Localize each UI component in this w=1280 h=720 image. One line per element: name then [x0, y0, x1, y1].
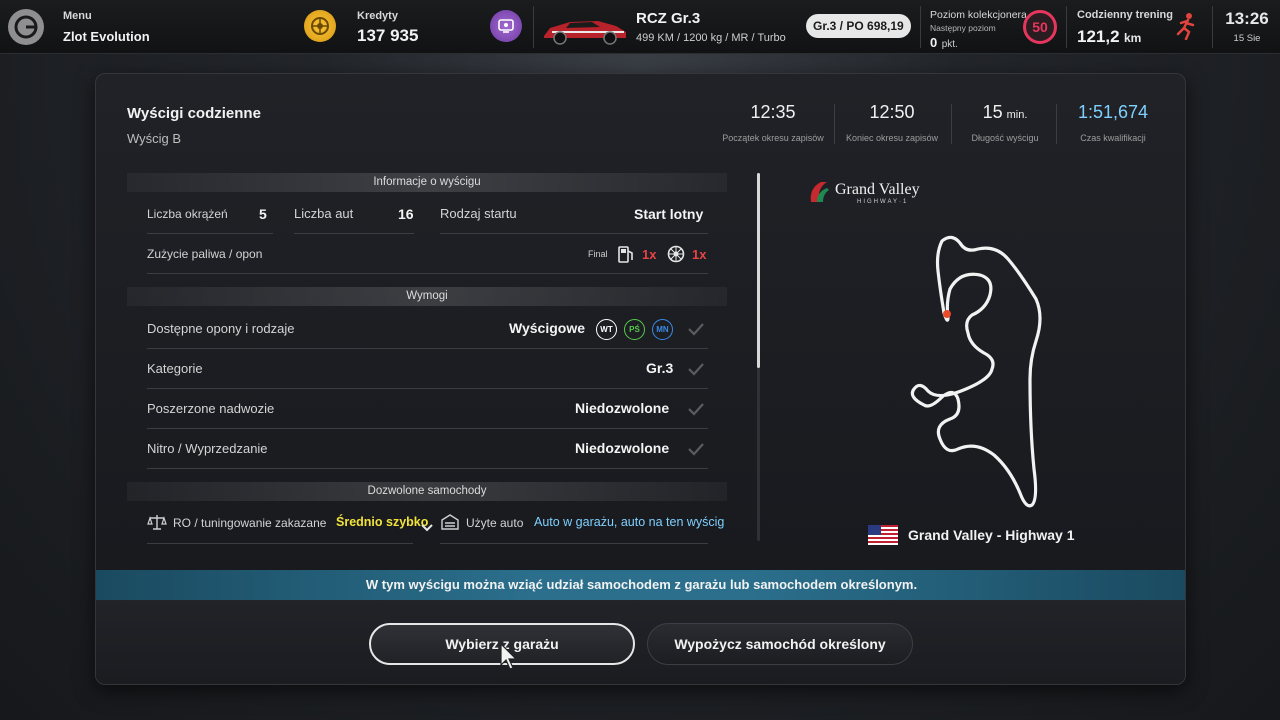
collector-level-badge: 50 [1023, 10, 1057, 44]
running-icon [1176, 13, 1195, 40]
mouse-cursor-icon [500, 643, 518, 670]
stat-value: 12:50 [869, 102, 915, 122]
check-icon [688, 443, 704, 456]
stat-entry-start: 12:35 Początek okresu zapisów [714, 102, 832, 143]
requirement-value: Niedozwolone [575, 440, 670, 456]
gt-logo-icon[interactable] [8, 9, 44, 45]
training-value: 121,2 [1077, 27, 1120, 46]
us-flag-icon [868, 525, 898, 545]
used-car-label: Użyte auto [466, 516, 524, 530]
used-car-value: Auto w garażu, auto na ten wyścig [534, 515, 725, 529]
car-thumbnail-icon[interactable] [540, 10, 630, 46]
menu-label: Menu [63, 10, 92, 22]
menu-value: Zlot Evolution [63, 29, 150, 44]
collector-label: Poziom kolekcjonera [930, 9, 1027, 21]
requirement-label: Nitro / Wyprzedzanie [147, 441, 268, 456]
top-bar: Menu Zlot Evolution Kredyty 137 935 RCZ … [0, 0, 1280, 54]
stat-label: Początek okresu zapisów [722, 133, 824, 143]
training-label: Codzienny trening [1077, 9, 1173, 21]
car-specs: 499 KM / 1200 kg / MR / Turbo [636, 32, 786, 44]
clock-block: 13:26 15 Sie [1222, 9, 1272, 44]
track-logo-icon [810, 182, 829, 202]
laps-value: 5 [259, 206, 267, 222]
cars-value: 16 [398, 206, 414, 222]
requirement-value: Niedozwolone [575, 400, 670, 416]
stat-label: Czas kwalifikacji [1080, 133, 1146, 143]
credits-icon [304, 10, 336, 42]
fuel-multiplier: 1x [642, 247, 657, 262]
section-requirements: Wymogi [127, 287, 727, 306]
car-name: RCZ Gr.3 [636, 10, 701, 27]
credits-label: Kredyty [357, 10, 398, 22]
utility-icon[interactable] [490, 10, 522, 42]
menu-block[interactable]: Menu Zlot Evolution [63, 10, 150, 44]
collector-next-label: Następny poziom [930, 23, 996, 33]
check-icon [688, 403, 704, 416]
wear-label: Zużycie paliwa / opon [147, 247, 263, 261]
stat-label: Długość wyścigu [971, 133, 1039, 143]
track-map [910, 235, 1042, 508]
clock-time: 13:26 [1225, 9, 1269, 28]
requirement-value: Wyścigowe [509, 320, 585, 336]
track-name: Grand Valley - Highway 1 [908, 527, 1075, 543]
check-icon [688, 323, 704, 336]
clock-date: 15 Sie [1233, 33, 1261, 44]
race-detail-panel: Wyścigi codzienne Wyścig B 12:35 Począte… [95, 73, 1186, 685]
tire-tag-hard: WT [596, 319, 617, 340]
chevron-down-icon[interactable] [421, 524, 433, 532]
start-type-label: Rodzaj startu [440, 206, 517, 221]
requirement-label: Kategorie [147, 361, 203, 376]
page-title: Wyścigi codzienne [127, 105, 261, 122]
bop-value: Średnio szybko [336, 515, 429, 529]
button-bar: Wybierz z garażu Wypożycz samochód okreś… [96, 600, 1185, 684]
scrollbar[interactable] [757, 173, 760, 541]
section-race-info: Informacje o wyścigu [127, 173, 727, 192]
training-unit: km [1124, 31, 1142, 45]
wear-final-label: Final [588, 249, 608, 259]
credits-value: 137 935 [357, 26, 419, 45]
cars-label: Liczba aut [294, 206, 354, 221]
info-strip: W tym wyścigu można wziąć udział samocho… [96, 570, 1185, 600]
requirement-label: Poszerzone nadwozie [147, 401, 275, 416]
scrollbar-thumb[interactable] [757, 173, 760, 368]
track-logo-subtext: HIGHWAY·1 [857, 199, 909, 205]
requirement-label: Dostępne opony i rodzaje [147, 321, 295, 336]
race-subtitle: Wyścig B [127, 131, 182, 146]
stat-value: 1:51,674 [1077, 102, 1149, 122]
collector-points-unit: pkt. [941, 39, 958, 50]
track-logo: Grand Valley HIGHWAY·1 [807, 180, 937, 210]
balance-scale-icon [147, 515, 167, 530]
requirement-value: Gr.3 [646, 360, 674, 376]
tire-tag-soft: MN [652, 319, 673, 340]
car-block[interactable]: RCZ Gr.3 499 KM / 1200 kg / MR / Turbo [636, 10, 786, 44]
stat-unit: min. [1006, 109, 1028, 121]
credits-block: Kredyty 137 935 [357, 10, 418, 46]
collector-points: 0 [930, 35, 938, 50]
stat-qualifying-time: 1:51,674 Czas kwalifikacji [1054, 102, 1172, 143]
stat-value: 15 [982, 102, 1003, 122]
garage-icon [441, 514, 459, 530]
rent-car-button[interactable]: Wypożycz samochód określony [647, 623, 913, 665]
performance-badge: Gr.3 / PO 698,19 [806, 14, 911, 38]
check-icon [688, 363, 704, 376]
laps-label: Liczba okrążeń [147, 207, 228, 221]
tyre-icon [667, 245, 685, 263]
start-type-value: Start lotny [634, 206, 704, 222]
stat-value: 12:35 [750, 102, 796, 122]
stat-entry-end: 12:50 Koniec okresu zapisów [833, 102, 951, 143]
section-allowed-cars: Dozwolone samochody [127, 482, 727, 501]
stat-label: Koniec okresu zapisów [845, 133, 939, 143]
bop-label: RO / tuningowanie zakazane [173, 516, 327, 530]
stat-race-length: 15 min. Długość wyścigu [946, 102, 1064, 143]
collector-block[interactable]: Poziom kolekcjonera Następny poziom 0 pk… [930, 9, 1027, 52]
fuel-icon [618, 246, 633, 263]
track-logo-text: Grand Valley [835, 181, 920, 198]
training-block[interactable]: Codzienny trening 121,2 km [1077, 9, 1173, 47]
tire-tag-medium: PŚ [624, 319, 645, 340]
tyre-multiplier: 1x [692, 247, 707, 262]
